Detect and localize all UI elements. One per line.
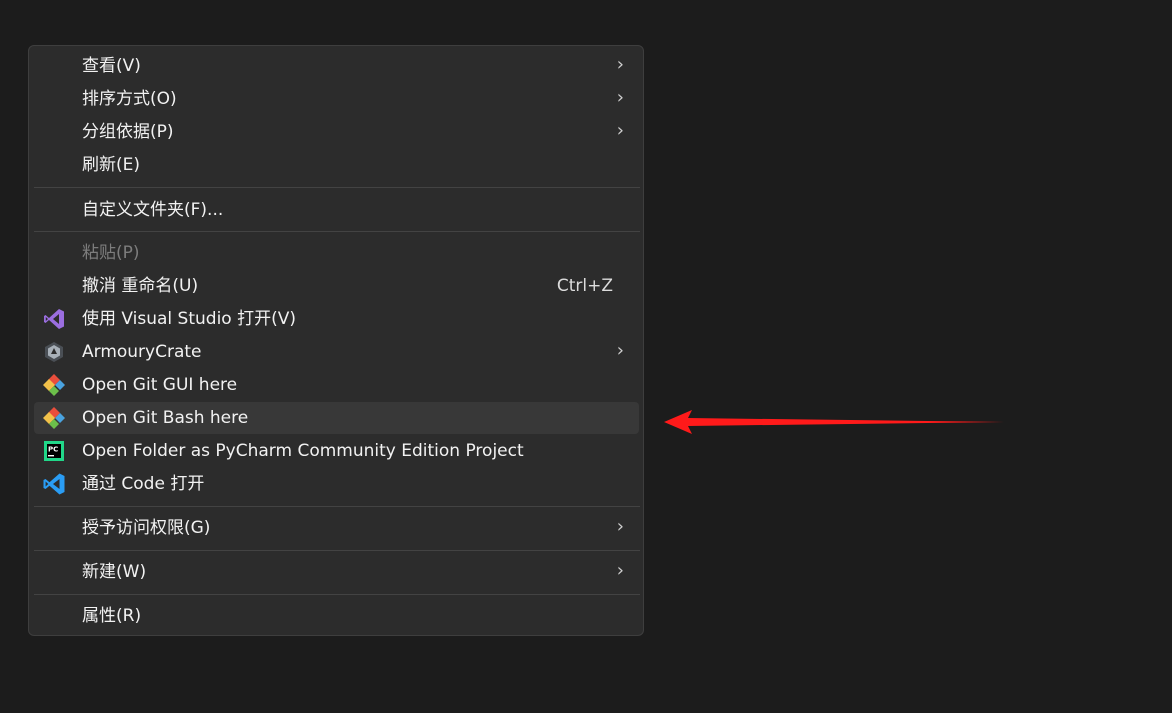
- menu-item-label: 自定义文件夹(F)...: [82, 200, 224, 220]
- context-menu: 查看(V) › 排序方式(O) › 分组依据(P) › 刷新(E) 自定义文件夹…: [28, 45, 644, 636]
- menu-item-view[interactable]: 查看(V) ›: [34, 50, 639, 82]
- menu-item-customize-folder[interactable]: 自定义文件夹(F)...: [34, 194, 639, 226]
- git-icon: [43, 374, 65, 396]
- git-icon: [43, 407, 65, 429]
- menu-item-refresh[interactable]: 刷新(E): [34, 149, 639, 181]
- armoury-crate-icon: [45, 342, 63, 362]
- menu-separator: [34, 550, 640, 551]
- menu-item-open-git-bash[interactable]: Open Git Bash here: [34, 402, 639, 434]
- menu-item-new[interactable]: 新建(W) ›: [34, 556, 639, 588]
- annotation-arrow-icon: [664, 410, 1004, 434]
- menu-item-label: 属性(R): [82, 606, 142, 626]
- svg-text:PC: PC: [48, 446, 58, 454]
- menu-item-label: 撤消 重命名(U): [82, 276, 199, 296]
- menu-item-label: 分组依据(P): [82, 122, 174, 142]
- menu-item-open-pycharm[interactable]: PC Open Folder as PyCharm Community Edit…: [34, 435, 639, 467]
- menu-separator: [34, 506, 640, 507]
- menu-item-label: 授予访问权限(G): [82, 518, 211, 538]
- chevron-right-icon: ›: [616, 54, 624, 75]
- chevron-right-icon: ›: [616, 87, 624, 108]
- menu-item-label: 粘贴(P): [82, 243, 140, 263]
- menu-item-label: 通过 Code 打开: [82, 474, 205, 494]
- menu-item-open-visual-studio[interactable]: 使用 Visual Studio 打开(V): [34, 303, 639, 335]
- menu-item-label: 新建(W): [82, 562, 147, 582]
- menu-item-label: 使用 Visual Studio 打开(V): [82, 309, 297, 329]
- menu-item-sort-by[interactable]: 排序方式(O) ›: [34, 83, 639, 115]
- chevron-right-icon: ›: [616, 340, 624, 361]
- menu-item-give-access[interactable]: 授予访问权限(G) ›: [34, 512, 639, 544]
- menu-item-open-with-code[interactable]: 通过 Code 打开: [34, 468, 639, 500]
- chevron-right-icon: ›: [616, 516, 624, 537]
- menu-separator: [34, 594, 640, 595]
- menu-item-paste: 粘贴(P): [34, 237, 639, 269]
- menu-item-undo-rename[interactable]: 撤消 重命名(U) Ctrl+Z: [34, 270, 639, 302]
- menu-item-label: 刷新(E): [82, 155, 141, 175]
- chevron-right-icon: ›: [616, 560, 624, 581]
- menu-item-armoury-crate[interactable]: ArmouryCrate ›: [34, 336, 639, 368]
- menu-item-label: 排序方式(O): [82, 89, 177, 109]
- menu-item-label: ArmouryCrate: [82, 342, 202, 362]
- pycharm-icon: PC: [44, 441, 64, 461]
- menu-item-open-git-gui[interactable]: Open Git GUI here: [34, 369, 639, 401]
- menu-item-label: Open Git Bash here: [82, 408, 249, 428]
- menu-item-label: Open Folder as PyCharm Community Edition…: [82, 441, 524, 461]
- vscode-icon: [43, 473, 65, 495]
- chevron-right-icon: ›: [616, 120, 624, 141]
- menu-separator: [34, 187, 640, 188]
- menu-item-label: Open Git GUI here: [82, 375, 238, 395]
- menu-item-label: 查看(V): [82, 56, 141, 76]
- menu-separator: [34, 231, 640, 232]
- visual-studio-icon: [44, 309, 64, 329]
- shortcut-label: Ctrl+Z: [556, 276, 613, 296]
- menu-item-properties[interactable]: 属性(R): [34, 600, 639, 632]
- menu-item-group-by[interactable]: 分组依据(P) ›: [34, 116, 639, 148]
